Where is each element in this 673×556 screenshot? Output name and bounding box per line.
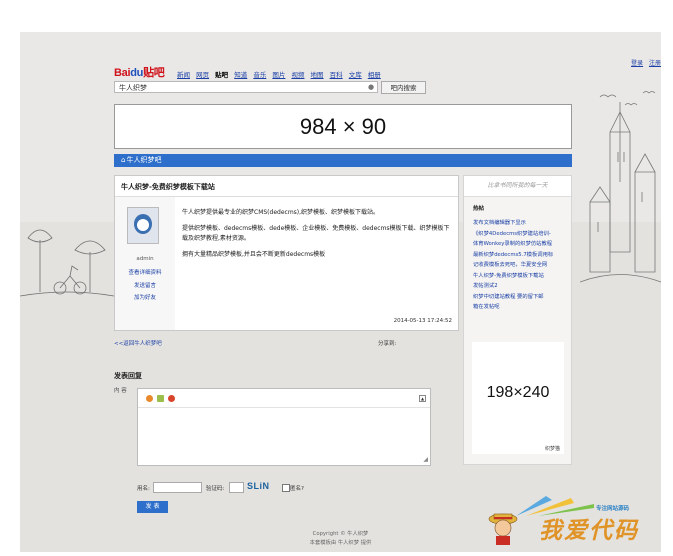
editor-toolbar: ▲: [138, 389, 430, 408]
hot-post-link[interactable]: 箱在发帖呢: [473, 302, 565, 313]
hot-post-link[interactable]: 织梦中切建站教程 要的留下邮: [473, 292, 565, 303]
search-input[interactable]: 牛人织梦: [114, 81, 378, 93]
search-in-forum-button[interactable]: 吧内搜索: [381, 81, 426, 94]
banner-ad[interactable]: 984 × 90: [114, 104, 572, 149]
nav-item-video[interactable]: 视频: [291, 71, 304, 79]
resize-grip-icon[interactable]: ◢: [423, 456, 428, 463]
captcha-field[interactable]: [229, 482, 244, 493]
hot-posts-title: 热帖: [473, 206, 485, 212]
post-title: 牛人织梦-免费织梦模板下载站: [121, 183, 215, 191]
author-name[interactable]: admin: [115, 256, 175, 262]
content-label: 内 容: [114, 388, 127, 394]
sidebar-ad-caption: 织梦猫: [544, 446, 560, 452]
hot-post-link[interactable]: 体育Wonkey录制的织梦仿站教程: [473, 239, 565, 250]
anonymous-checkbox[interactable]: [282, 484, 290, 492]
sidebar-ad-size: 198×240: [486, 384, 550, 401]
sidebar-tagline: 比拿书同所我的每一天: [464, 176, 571, 197]
anonymous-label: 匿名?: [290, 486, 304, 492]
reply-title: 发表回复: [114, 372, 142, 380]
top-links: 登录 注册: [627, 58, 661, 67]
hot-post-link[interactable]: 《织梦4Dedecms织梦建站培训-: [473, 229, 565, 240]
nav-item-music[interactable]: 音乐: [253, 71, 266, 79]
image-icon[interactable]: [157, 395, 164, 402]
reply-editor[interactable]: ▲ ◢: [137, 388, 431, 466]
avatar[interactable]: [127, 207, 159, 244]
flash-icon[interactable]: [168, 395, 175, 402]
add-friend-link[interactable]: 加为好友: [115, 293, 175, 301]
post-paragraph: 提供织梦模板、dedecms模板、dede模板、企业模板、免费模板、dedecm…: [182, 225, 450, 242]
post-panel: 牛人织梦-免费织梦模板下载站 admin 查看详细资料 发送留言 加为好友 牛人…: [114, 175, 459, 331]
logo-text-tieba: 贴吧: [143, 67, 165, 79]
maximize-icon[interactable]: ▲: [419, 395, 426, 402]
hot-posts-list: 发布文档编辑器下显示 《织梦4Dedecms织梦建站培训- 体育Wonkey录制…: [473, 218, 565, 313]
name-field[interactable]: [153, 482, 202, 493]
nav-item-album[interactable]: 相册: [368, 71, 381, 79]
watermark-logo: 我爱代码: [539, 517, 639, 544]
nav-item-zhidao[interactable]: 知道: [234, 71, 247, 79]
register-link[interactable]: 注册: [649, 60, 661, 67]
watermark-slogan: 专注网站源码: [596, 506, 630, 512]
name-label: 用名:: [137, 486, 150, 492]
tree-illustration: [20, 229, 114, 297]
post-paragraph: 牛人织梦提供最专业的织梦CMS(dedecms),织梦模板、织梦模板下载站。: [182, 209, 380, 216]
post-content: 牛人织梦提供最专业的织梦CMS(dedecms),织梦模板、织梦模板下载站。 提…: [182, 208, 452, 266]
forum-title[interactable]: 牛人织梦吧: [126, 156, 161, 164]
author-column: admin 查看详细资料 发送留言 加为好友: [115, 197, 175, 330]
nav-item-web[interactable]: 网页: [196, 71, 209, 79]
forum-bar: ⌂牛人织梦吧: [114, 154, 572, 167]
emoji-icon[interactable]: [146, 395, 153, 402]
captcha-label: 验证码:: [206, 486, 225, 492]
nav-item-wenku[interactable]: 文库: [349, 71, 362, 79]
hot-post-link[interactable]: 牛人织梦-免费织梦模板下载站: [473, 271, 565, 282]
submit-button[interactable]: 发 表: [137, 501, 168, 513]
home-icon[interactable]: ⌂: [121, 156, 125, 164]
nav-item-images[interactable]: 图片: [272, 71, 285, 79]
login-link[interactable]: 登录: [631, 60, 643, 67]
nav-item-map[interactable]: 地图: [311, 71, 324, 79]
hot-post-link[interactable]: 记收费模板去死吧，华夏安全网: [473, 260, 565, 271]
nav-item-tieba[interactable]: 贴吧: [215, 71, 228, 79]
hot-post-link[interactable]: 发布文档编辑器下显示: [473, 218, 565, 229]
top-nav: 新闻 网页 贴吧 知道 音乐 图片 视频 地图 百科 文库 相册: [177, 69, 385, 79]
view-profile-link[interactable]: 查看详细资料: [115, 268, 175, 276]
send-message-link[interactable]: 发送留言: [115, 281, 175, 289]
back-to-forum-link[interactable]: <<返回牛人织梦吧: [114, 339, 162, 347]
nav-item-baike[interactable]: 百科: [330, 71, 343, 79]
microphone-icon[interactable]: ●: [368, 83, 374, 91]
hot-post-link[interactable]: 最新织梦dedecms5.7模板调用标: [473, 250, 565, 261]
baidu-tieba-logo[interactable]: Baidu贴吧: [114, 64, 165, 80]
sidebar-ad[interactable]: 198×240 织梦猫: [472, 342, 564, 454]
captcha-image[interactable]: SLiN: [247, 481, 270, 491]
doraemon-icon: [134, 214, 152, 234]
nav-item-news[interactable]: 新闻: [177, 71, 190, 79]
post-paragraph: 拥有大量精品织梦模板,并且会不断更新dedecms模板: [182, 251, 326, 258]
birds-illustration: [599, 91, 656, 106]
luffy-mascot-icon: [488, 513, 518, 545]
sidebar: 比拿书同所我的每一天 热帖 发布文档编辑器下显示 《织梦4Dedecms织梦建站…: [463, 175, 572, 465]
share-label: 分享到:: [378, 341, 397, 347]
logo-text-bai: Bai: [114, 67, 131, 79]
hot-post-link[interactable]: 发帖测试2: [473, 281, 565, 292]
post-time: 2014-05-13 17:24:52: [393, 318, 452, 324]
logo-paw-icon: du: [130, 67, 144, 79]
